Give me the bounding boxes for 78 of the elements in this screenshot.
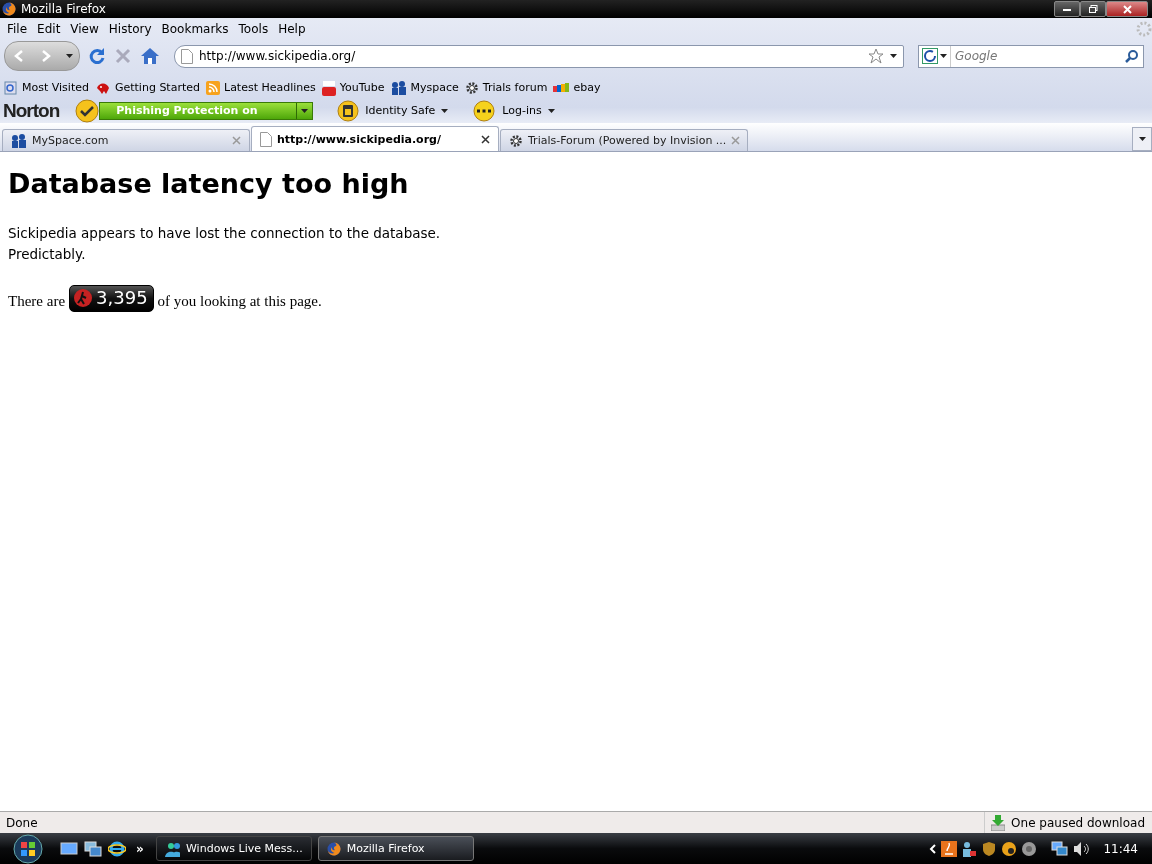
- people-icon: [164, 840, 180, 857]
- menu-item[interactable]: Edit: [32, 21, 66, 36]
- network-tray-icon[interactable]: [1051, 840, 1070, 857]
- desktop-icon[interactable]: [60, 840, 78, 857]
- back-forward-button[interactable]: [4, 41, 80, 71]
- logins-button[interactable]: Log-ins: [472, 99, 555, 122]
- firefox-icon: [326, 841, 341, 856]
- caret-icon: [890, 54, 897, 58]
- restore-button[interactable]: [1080, 1, 1106, 17]
- user-tray-icon[interactable]: [961, 840, 978, 857]
- taskbar-button[interactable]: Mozilla Firefox: [317, 836, 474, 861]
- menu-item[interactable]: Tools: [233, 21, 274, 36]
- page-icon: [260, 131, 272, 147]
- menu-item[interactable]: View: [65, 21, 104, 36]
- more-button[interactable]: »: [136, 841, 144, 856]
- caret-icon: [441, 108, 449, 113]
- search-bar[interactable]: Google: [918, 44, 1144, 68]
- restore-icon: [1088, 5, 1098, 13]
- firefox-icon: [2, 2, 16, 16]
- tab-list-button[interactable]: [1132, 127, 1152, 151]
- check-icon: [75, 98, 100, 123]
- reload-icon[interactable]: [88, 47, 106, 65]
- counter-text: of you looking at this page.: [157, 293, 322, 310]
- status-text: Done: [6, 815, 38, 830]
- brand-logo: Norton: [3, 99, 60, 122]
- bookmark-link[interactable]: Most Visited: [4, 80, 91, 95]
- bookmark-link[interactable]: ebay: [553, 81, 603, 94]
- password-dots-icon: [472, 99, 497, 122]
- caret-icon: [547, 108, 555, 113]
- lock-icon: [337, 99, 360, 122]
- minimize-button[interactable]: [1054, 1, 1080, 17]
- bookmark-link[interactable]: Latest Headlines: [206, 80, 318, 95]
- shield-tray-icon[interactable]: [981, 840, 998, 857]
- menu-item[interactable]: Bookmarks: [156, 21, 234, 36]
- window-title: Mozilla Firefox: [21, 2, 106, 16]
- walking-figure-icon: [73, 287, 94, 308]
- people-icon: [11, 133, 27, 148]
- page-icon: [181, 48, 193, 64]
- caret-icon: [301, 108, 309, 113]
- home-icon[interactable]: [140, 47, 160, 65]
- close-icon[interactable]: [481, 134, 490, 144]
- browser-tab[interactable]: MySpace.com: [2, 129, 250, 151]
- search-icon[interactable]: [1125, 49, 1139, 63]
- browser-tab[interactable]: Trials-Forum (Powered by Invision ...: [500, 129, 748, 151]
- close-icon: [1122, 4, 1132, 14]
- bookmark-link[interactable]: Getting Started: [94, 80, 202, 95]
- menu-item[interactable]: File: [2, 21, 33, 36]
- menu-item[interactable]: Help: [273, 21, 311, 36]
- star-icon[interactable]: [868, 48, 884, 64]
- caret-icon: [1138, 137, 1146, 141]
- download-arrow-icon: [991, 814, 1006, 831]
- caret-icon: [940, 54, 947, 58]
- caret-icon: [65, 54, 73, 58]
- throbber-icon: [1136, 20, 1152, 37]
- chevron-left-icon[interactable]: [929, 843, 938, 854]
- minimize-icon: [1063, 7, 1071, 11]
- speaker-icon[interactable]: [1073, 840, 1092, 857]
- bookmark-link[interactable]: Trials forum: [464, 80, 550, 95]
- address-bar[interactable]: http://www.sickipedia.org/: [174, 44, 904, 68]
- feed-icon: [206, 80, 220, 95]
- bookmark-link[interactable]: Myspace: [390, 80, 461, 95]
- browser-tab[interactable]: http://www.sickipedia.org/: [251, 126, 499, 151]
- identity-safe-button[interactable]: Identity Safe: [337, 99, 449, 122]
- page-heading: Database latency too high: [8, 168, 410, 199]
- bookmark-link[interactable]: YouTube: [321, 79, 387, 96]
- counter-text: There are: [8, 293, 66, 310]
- clock-text[interactable]: 11:44: [1103, 841, 1138, 856]
- message-text: Sickipedia appears to have lost the connection to the database.: [8, 224, 442, 243]
- gear-icon: [464, 80, 479, 95]
- start-button[interactable]: [10, 833, 46, 864]
- message-text: Predictably.: [8, 245, 87, 264]
- visitor-counter: 3,395: [69, 285, 154, 312]
- menu-item[interactable]: History: [103, 21, 157, 36]
- close-button[interactable]: [1106, 1, 1148, 17]
- people-icon: [390, 80, 407, 95]
- gear-icon: [509, 133, 523, 148]
- windows-switch-icon[interactable]: [84, 840, 102, 857]
- taskbar-button[interactable]: Windows Live Mess...: [155, 836, 312, 861]
